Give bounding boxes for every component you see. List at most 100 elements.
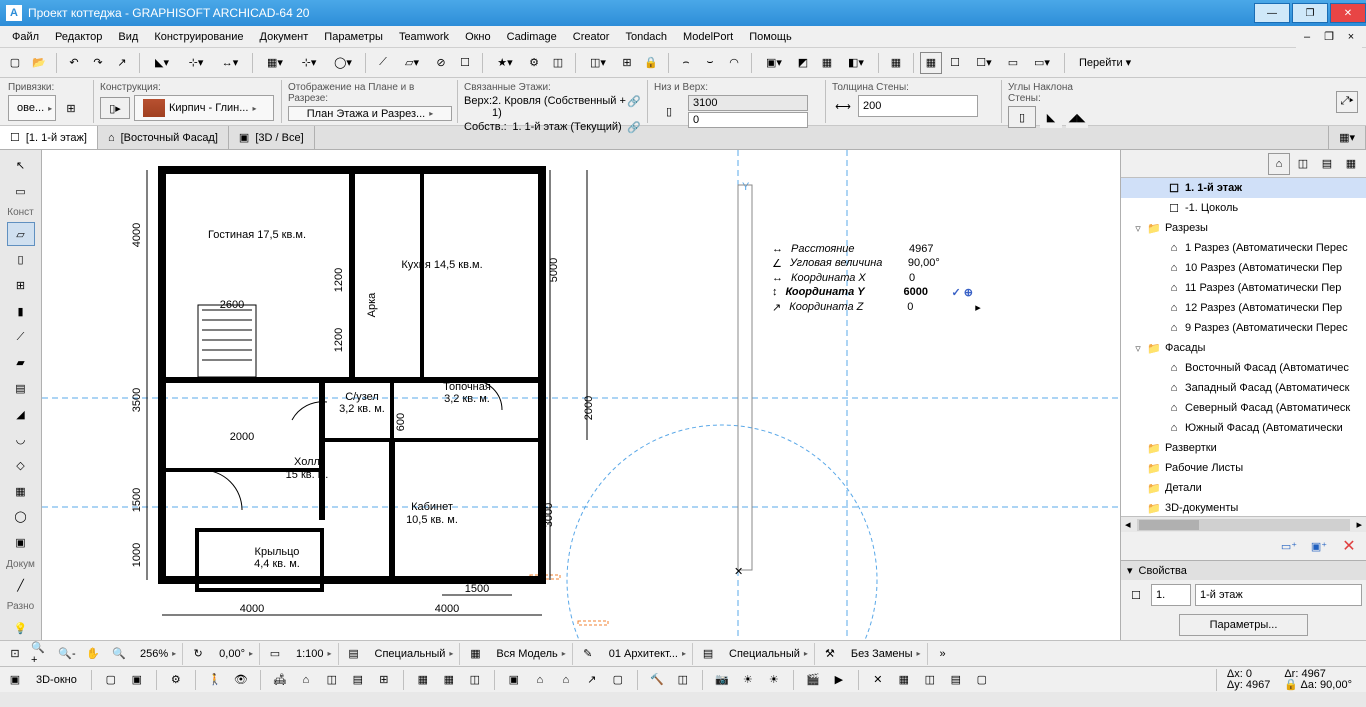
bt27-icon[interactable]: ▦ — [893, 669, 915, 691]
child-restore-button[interactable]: ❐ — [1318, 26, 1340, 48]
nav-item[interactable]: 📁3D-документы — [1121, 498, 1366, 516]
nav-home-icon[interactable]: ⌂ — [1268, 153, 1290, 175]
curve2-icon[interactable]: ⌣ — [699, 52, 721, 74]
scale-value[interactable]: 1:100 — [296, 648, 324, 660]
view1-icon[interactable]: ▦ — [920, 52, 942, 74]
maximize-button[interactable]: ❐ — [1292, 3, 1328, 23]
menu-cadimage[interactable]: Cadimage — [499, 29, 565, 45]
slant-vert-icon[interactable]: ▯ — [1008, 106, 1036, 128]
bt2-icon[interactable]: ▣ — [126, 669, 148, 691]
plane-icon[interactable]: ▱▾ — [396, 52, 428, 74]
nav-item[interactable]: ⌂1 Разрез (Автоматически Перес — [1121, 238, 1366, 258]
link-top-icon[interactable]: 🔗 — [627, 95, 641, 119]
partial-display-icon[interactable]: ▤ — [697, 643, 719, 665]
bt9-icon[interactable]: ▤ — [347, 669, 369, 691]
nav-clone-icon[interactable]: ▣⁺ — [1308, 535, 1330, 557]
ruler-icon[interactable]: ⟋ — [372, 52, 394, 74]
open-icon[interactable]: 📂 — [28, 52, 50, 74]
nav-item[interactable]: 📁Развертки — [1121, 438, 1366, 458]
line-tool[interactable]: ╱ — [7, 574, 35, 598]
bt16-icon[interactable]: ⌂ — [555, 669, 577, 691]
favorites-icon[interactable]: ★▾ — [489, 52, 521, 74]
tab-3d[interactable]: ▣[3D / Все] — [229, 126, 315, 149]
top-height-input[interactable] — [688, 95, 808, 111]
minimize-button[interactable]: — — [1254, 3, 1290, 23]
bt11-icon[interactable]: ▦ — [412, 669, 434, 691]
skylight-tool[interactable]: ◇ — [7, 454, 35, 478]
infobox-expand-icon[interactable]: ⤢▸ — [1336, 91, 1358, 113]
ungroup-icon[interactable]: ⊞ — [616, 52, 638, 74]
bt24-icon[interactable]: 🎬 — [802, 669, 824, 691]
snap-button[interactable]: ове...▸ — [8, 95, 56, 121]
bt3-icon[interactable]: ⚙ — [165, 669, 187, 691]
nav-item[interactable]: ⌂9 Разрез (Автоматически Перес — [1121, 318, 1366, 338]
beam-tool[interactable]: ⟋ — [7, 325, 35, 349]
nav-item[interactable]: 📁Детали — [1121, 478, 1366, 498]
render-icon[interactable]: ▦ — [885, 52, 907, 74]
nav-publisher-icon[interactable]: ▦ — [1340, 153, 1362, 175]
menu-teamwork[interactable]: Teamwork — [391, 29, 457, 45]
new-icon[interactable]: ▢ — [4, 52, 26, 74]
redo-icon[interactable]: ↷ — [87, 52, 109, 74]
menu-design[interactable]: Конструирование — [146, 29, 251, 45]
marquee-tool[interactable]: ▭ — [7, 180, 35, 204]
bt19-icon[interactable]: 🔨 — [646, 669, 668, 691]
goto-menu[interactable]: Перейти ▾ — [1071, 54, 1139, 71]
arrow-tool[interactable]: ↖ — [7, 154, 35, 178]
nav-item[interactable]: ⌂10 Разрез (Автоматически Пер — [1121, 258, 1366, 278]
zoom-out-icon[interactable]: 🔍- — [56, 643, 78, 665]
view4-icon[interactable]: ▭ — [1002, 52, 1024, 74]
nav-delete-icon[interactable]: ✕ — [1338, 535, 1360, 557]
bt10-icon[interactable]: ⊞ — [373, 669, 395, 691]
slab-tool[interactable]: ▰ — [7, 351, 35, 375]
view3-icon[interactable]: ☐▾ — [968, 52, 1000, 74]
zoom-value[interactable]: 256% — [140, 648, 168, 660]
menu-tondach[interactable]: Tondach — [617, 29, 675, 45]
menu-view[interactable]: Вид — [110, 29, 146, 45]
nav-item[interactable]: ⌂11 Разрез (Автоматически Пер — [1121, 278, 1366, 298]
close-button[interactable]: ✕ — [1330, 3, 1366, 23]
layers-icon[interactable]: ◫ — [547, 52, 569, 74]
layers-combo-icon[interactable]: ▤ — [343, 643, 365, 665]
rotate-icon[interactable]: ↻ — [187, 643, 209, 665]
nav-item[interactable]: ▿📁Фасады — [1121, 338, 1366, 358]
roof-tool[interactable]: ◢ — [7, 402, 35, 426]
bt22-icon[interactable]: ☀ — [737, 669, 759, 691]
lock-icon[interactable]: 🔒 — [640, 52, 662, 74]
zoom-in-icon[interactable]: 🔍+ — [30, 643, 52, 665]
wall-tool[interactable]: ▱ — [7, 222, 35, 246]
door-tool[interactable]: ▯ — [7, 248, 35, 272]
nav-item[interactable]: ⌂Южный Фасад (Автоматически — [1121, 418, 1366, 438]
nav-item[interactable]: 📁Рабочие Листы — [1121, 458, 1366, 478]
bt28-icon[interactable]: ◫ — [919, 669, 941, 691]
bt17-icon[interactable]: ↗ — [581, 669, 603, 691]
window-tool[interactable]: ⊞ — [7, 274, 35, 298]
menu-creator[interactable]: Creator — [565, 29, 618, 45]
cut3d-icon[interactable]: ◩ — [792, 52, 814, 74]
suspend-icon[interactable]: ⊘ — [430, 52, 452, 74]
menu-edit[interactable]: Редактор — [47, 29, 110, 45]
props-id-field[interactable]: 1. — [1151, 584, 1191, 606]
nav-item[interactable]: ☐-1. Цоколь — [1121, 198, 1366, 218]
snap-icon[interactable]: ⊹▾ — [180, 52, 212, 74]
nav-item[interactable]: ⌂Северный Фасад (Автоматическ — [1121, 398, 1366, 418]
thickness-input[interactable] — [858, 95, 978, 117]
drawing-canvas[interactable]: Y ✕ — [42, 150, 1120, 640]
menu-help[interactable]: Помощь — [741, 29, 800, 45]
angle-lock-icon[interactable]: 🔒 — [1284, 679, 1298, 691]
column-tool[interactable]: ▮ — [7, 300, 35, 324]
tab-floor-plan[interactable]: ☐[1. 1-й этаж] — [0, 126, 98, 149]
bt12-icon[interactable]: ▦ — [438, 669, 460, 691]
view5-icon[interactable]: ▭▾ — [1026, 52, 1058, 74]
menu-window[interactable]: Окно — [457, 29, 499, 45]
menu-options[interactable]: Параметры — [316, 29, 391, 45]
bt4-icon[interactable]: 🚶 — [204, 669, 226, 691]
filter-icon[interactable]: ▦ — [816, 52, 838, 74]
nav-views-icon[interactable]: ◫ — [1292, 153, 1314, 175]
bt26-icon[interactable]: ✕ — [867, 669, 889, 691]
shell-tool[interactable]: ◡ — [7, 428, 35, 452]
pen-set-icon[interactable]: ✎ — [577, 643, 599, 665]
model-view-icon[interactable]: ▦ — [464, 643, 486, 665]
menu-modelport[interactable]: ModelPort — [675, 29, 741, 45]
nav-item[interactable]: ☐1. 1-й этаж — [1121, 178, 1366, 198]
